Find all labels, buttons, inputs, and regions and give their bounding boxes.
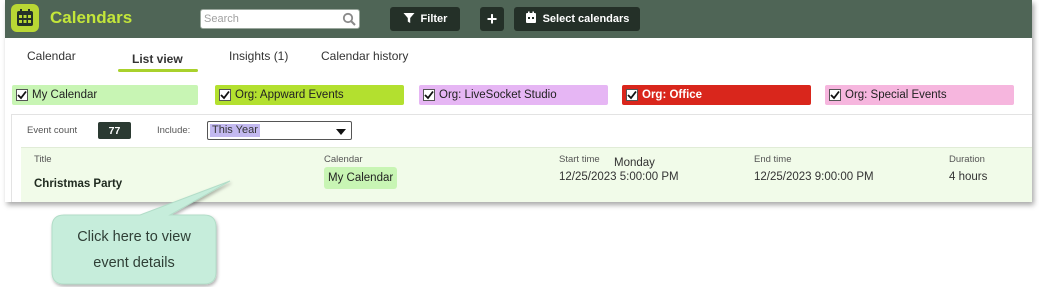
calendar-toggle-label: Org: Special Events: [845, 89, 947, 101]
search-icon[interactable]: [342, 12, 356, 31]
calendar-badge-icon: [525, 11, 537, 27]
include-dropdown[interactable]: This Year: [207, 121, 352, 140]
column-header-calendar: Calendar: [324, 154, 363, 165]
calendar-toggle-label: My Calendar: [32, 89, 98, 101]
calendar-toggle-appward-events[interactable]: Org: Appward Events: [215, 85, 404, 105]
checkmark-icon[interactable]: [219, 89, 231, 101]
event-start-day: Monday: [614, 157, 655, 169]
active-tab-indicator: [118, 69, 198, 72]
tab-calendar-history[interactable]: Calendar history: [321, 49, 408, 63]
callout-text: Click here to view event details: [52, 224, 216, 276]
search-box[interactable]: [200, 9, 360, 29]
calendar-toggle-my-calendar[interactable]: My Calendar: [12, 85, 198, 105]
callout-line-2: event details: [93, 255, 175, 271]
event-count-label: Event count: [27, 125, 78, 136]
filter-button[interactable]: Filter: [390, 7, 460, 31]
calendar-toggle-livesocket-studio[interactable]: Org: LiveSocket Studio: [419, 85, 608, 105]
app-title: Calendars: [50, 8, 133, 27]
calendar-toggle-label: Org: LiveSocket Studio: [439, 89, 557, 101]
event-duration: 4 hours: [949, 171, 988, 183]
funnel-icon: [403, 12, 415, 27]
include-label: Include:: [157, 125, 191, 136]
column-header-duration: Duration: [949, 154, 985, 165]
filter-label: Filter: [420, 13, 448, 25]
column-header-title: Title: [34, 154, 52, 165]
event-start-time: 12/25/2023 5:00:00 PM: [559, 171, 679, 183]
event-count-badge: 77: [98, 122, 131, 139]
tab-calendar[interactable]: Calendar: [27, 49, 76, 63]
event-row[interactable]: Title Christmas Party Calendar My Calend…: [21, 147, 1032, 202]
chevron-down-icon[interactable]: [336, 127, 346, 139]
checkmark-icon[interactable]: [626, 89, 638, 101]
calendar-toggle-label: Org: Appward Events: [235, 89, 344, 101]
include-selected-value: This Year: [210, 124, 260, 137]
select-calendars-button[interactable]: Select calendars: [514, 7, 640, 31]
event-list-panel: Event count 77 Include: This Year Title …: [11, 114, 1032, 202]
top-bar: Calendars Filter +: [5, 0, 1032, 38]
column-header-end-time: End time: [754, 154, 792, 165]
add-button[interactable]: +: [480, 7, 504, 31]
event-calendar-badge: My Calendar: [324, 167, 398, 189]
app-window: Calendars Filter +: [5, 0, 1032, 202]
select-calendars-label: Select calendars: [542, 13, 630, 25]
checkmark-icon[interactable]: [829, 89, 841, 101]
callout-line-1: Click here to view: [77, 229, 191, 245]
column-header-start-time: Start time: [559, 154, 600, 165]
plus-icon: +: [486, 8, 498, 29]
calendar-toggle-special-events[interactable]: Org: Special Events: [825, 85, 1014, 105]
event-end-time: 12/25/2023 9:00:00 PM: [754, 171, 874, 183]
calendar-icon[interactable]: [11, 4, 39, 32]
tab-list-view[interactable]: List view: [132, 52, 183, 66]
checkmark-icon[interactable]: [423, 89, 435, 101]
checkmark-icon[interactable]: [16, 89, 28, 101]
search-input[interactable]: [204, 12, 334, 26]
tab-insights[interactable]: Insights (1): [229, 49, 288, 63]
event-title[interactable]: Christmas Party: [34, 178, 122, 190]
calendar-toggle-label: Org: Office: [642, 89, 703, 101]
calendar-toggle-office[interactable]: Org: Office: [622, 85, 811, 105]
